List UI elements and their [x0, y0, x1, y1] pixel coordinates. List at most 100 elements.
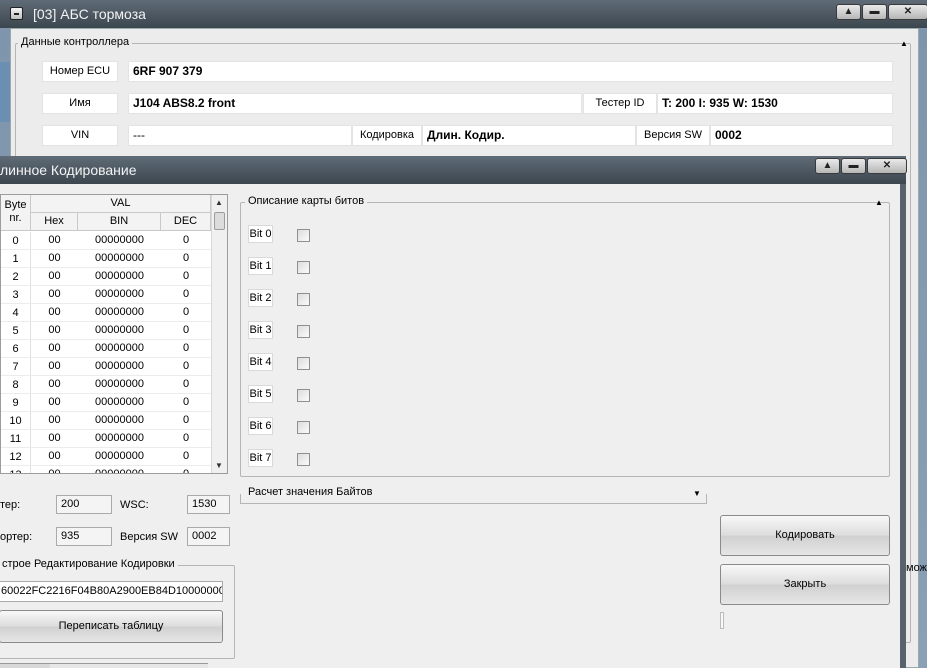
- close-button[interactable]: Закрыть: [720, 564, 890, 605]
- table-row[interactable]: 2 00 00000000 0: [1, 268, 211, 286]
- byte-number-cell: 9: [1, 394, 31, 412]
- table-row[interactable]: 7 00 00000000 0: [1, 358, 211, 376]
- hex-cell[interactable]: 00: [32, 324, 77, 336]
- hex-cell[interactable]: 00: [32, 468, 77, 473]
- hex-cell[interactable]: 00: [32, 234, 77, 246]
- coding-string-input[interactable]: 60022FC2216F04B80A2900EB84D100000000: [0, 581, 223, 602]
- bin-cell[interactable]: 00000000: [78, 450, 161, 462]
- vin-label: VIN: [42, 125, 118, 146]
- dec-cell[interactable]: 0: [161, 432, 211, 444]
- table-row[interactable]: 0 00 00000000 0: [1, 232, 211, 250]
- table-row[interactable]: 6 00 00000000 0: [1, 340, 211, 358]
- byte-number-cell: 0: [1, 232, 31, 250]
- byte-number-cell: 2: [1, 268, 31, 286]
- hex-cell[interactable]: 00: [32, 360, 77, 372]
- hex-cell[interactable]: 00: [32, 342, 77, 354]
- dec-cell[interactable]: 0: [161, 252, 211, 264]
- wsc-value: 1530: [187, 495, 230, 514]
- table-row[interactable]: 4 00 00000000 0: [1, 304, 211, 322]
- bit-label: Bit 1: [248, 257, 273, 275]
- scroll-up-icon[interactable]: ▲: [215, 198, 223, 207]
- close-window-button[interactable]: ✕: [867, 158, 907, 174]
- clipped-text: мож: [906, 562, 927, 574]
- bit-checkbox[interactable]: [297, 229, 310, 242]
- hex-cell[interactable]: 00: [32, 450, 77, 462]
- table-row[interactable]: 5 00 00000000 0: [1, 322, 211, 340]
- dec-cell[interactable]: 0: [161, 378, 211, 390]
- table-row[interactable]: 8 00 00000000 0: [1, 376, 211, 394]
- collapse-arrow-icon[interactable]: ▲: [900, 39, 908, 48]
- bin-cell[interactable]: 00000000: [78, 432, 161, 444]
- bin-cell[interactable]: 00000000: [78, 324, 161, 336]
- scroll-down-icon[interactable]: ▼: [215, 461, 223, 470]
- table-row[interactable]: 12 00 00000000 0: [1, 448, 211, 466]
- wsc-label: WSC:: [120, 499, 149, 511]
- hex-cell[interactable]: 00: [32, 270, 77, 282]
- table-row[interactable]: 10 00 00000000 0: [1, 412, 211, 430]
- bin-cell[interactable]: 00000000: [78, 306, 161, 318]
- bin-cell[interactable]: 00000000: [78, 378, 161, 390]
- dec-cell[interactable]: 0: [161, 324, 211, 336]
- bin-cell[interactable]: 00000000: [78, 252, 161, 264]
- close-window-button[interactable]: ✕: [888, 4, 927, 20]
- byte-nr-header: Byte nr.: [1, 195, 31, 231]
- restore-button[interactable]: ▬: [841, 158, 866, 174]
- bit-checkbox[interactable]: [297, 421, 310, 434]
- minimize-button[interactable]: ▲: [836, 4, 861, 20]
- table-row[interactable]: 11 00 00000000 0: [1, 430, 211, 448]
- minimize-button[interactable]: ▲: [815, 158, 840, 174]
- taskbar-fragment: [0, 663, 50, 668]
- table-row[interactable]: 3 00 00000000 0: [1, 286, 211, 304]
- table-row[interactable]: 1 00 00000000 0: [1, 250, 211, 268]
- code-button[interactable]: Кодировать: [720, 515, 890, 556]
- dec-cell[interactable]: 0: [161, 234, 211, 246]
- dec-cell[interactable]: 0: [161, 468, 211, 473]
- dec-cell[interactable]: 0: [161, 396, 211, 408]
- abs-window-titlebar[interactable]: [03] АБС тормоза ▲ ▬ ✕: [0, 0, 927, 28]
- scroll-thumb[interactable]: [214, 212, 225, 230]
- bin-cell[interactable]: 00000000: [78, 414, 161, 426]
- bin-cell[interactable]: 00000000: [78, 468, 161, 473]
- bit-checkbox[interactable]: [297, 293, 310, 306]
- dec-cell[interactable]: 0: [161, 414, 211, 426]
- dec-cell[interactable]: 0: [161, 342, 211, 354]
- window-menu-icon[interactable]: [10, 7, 23, 20]
- dec-cell[interactable]: 0: [161, 288, 211, 300]
- hex-cell[interactable]: 00: [32, 306, 77, 318]
- tester-value: 200: [56, 495, 112, 514]
- hex-cell[interactable]: 00: [32, 396, 77, 408]
- hex-cell[interactable]: 00: [32, 252, 77, 264]
- table-scrollbar[interactable]: ▲ ▼: [211, 195, 227, 473]
- hex-cell[interactable]: 00: [32, 414, 77, 426]
- bin-cell[interactable]: 00000000: [78, 342, 161, 354]
- rewrite-table-button[interactable]: Переписать таблицу: [0, 610, 223, 643]
- table-row[interactable]: 1300000000000: [1, 466, 211, 473]
- bytes-table[interactable]: Byte nr. VAL Hex BIN DEC 0 00 00000000 0 1 00…: [0, 194, 228, 474]
- bin-cell[interactable]: 00000000: [78, 234, 161, 246]
- hex-cell[interactable]: 00: [32, 378, 77, 390]
- bit-checkbox[interactable]: [297, 325, 310, 338]
- bit-label: Bit 0: [248, 225, 273, 243]
- expand-arrow-icon[interactable]: ▼: [693, 489, 701, 498]
- bit-checkbox[interactable]: [297, 261, 310, 274]
- bin-cell[interactable]: 00000000: [78, 288, 161, 300]
- restore-button[interactable]: ▬: [862, 4, 887, 20]
- bit-checkbox[interactable]: [297, 357, 310, 370]
- importer-value: 935: [56, 527, 112, 546]
- collapse-arrow-icon[interactable]: ▲: [875, 198, 883, 207]
- bin-cell[interactable]: 00000000: [78, 396, 161, 408]
- table-row[interactable]: 9 00 00000000 0: [1, 394, 211, 412]
- hex-cell[interactable]: 00: [32, 432, 77, 444]
- bit-checkbox[interactable]: [297, 389, 310, 402]
- bit-checkbox[interactable]: [297, 453, 310, 466]
- dec-cell[interactable]: 0: [161, 360, 211, 372]
- byte-number-cell: 6: [1, 340, 31, 358]
- dec-cell[interactable]: 0: [161, 306, 211, 318]
- name-label: Имя: [42, 93, 118, 114]
- bin-cell[interactable]: 00000000: [78, 270, 161, 282]
- hex-cell[interactable]: 00: [32, 288, 77, 300]
- dec-cell[interactable]: 0: [161, 270, 211, 282]
- byte-number-cell: 10: [1, 412, 31, 430]
- dec-cell[interactable]: 0: [161, 450, 211, 462]
- bin-cell[interactable]: 00000000: [78, 360, 161, 372]
